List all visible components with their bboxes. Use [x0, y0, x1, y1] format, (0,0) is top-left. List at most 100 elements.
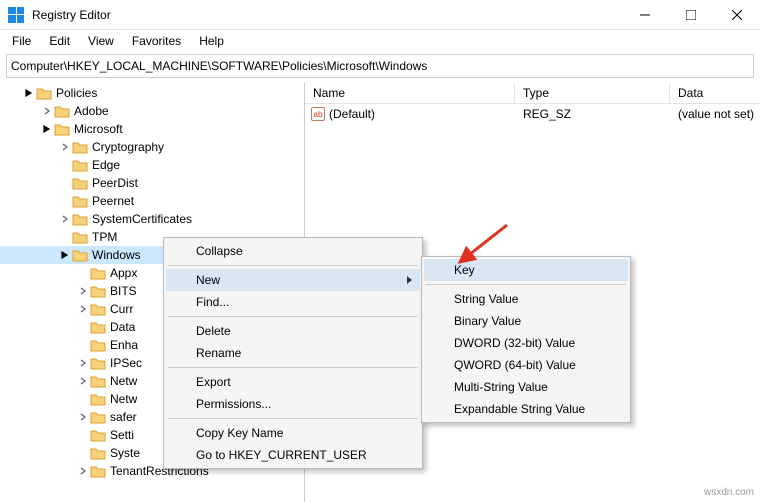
context-menu: Collapse New Find... Delete Rename Expor… — [163, 237, 423, 469]
folder-icon — [90, 374, 106, 388]
expand-icon[interactable] — [76, 302, 90, 316]
sub-key[interactable]: Key — [424, 259, 628, 281]
col-header-type[interactable]: Type — [515, 82, 670, 103]
folder-icon — [90, 446, 106, 460]
ctx-go-hkcu[interactable]: Go to HKEY_CURRENT_USER — [166, 444, 420, 466]
separator — [168, 265, 418, 266]
tree-label: Syste — [110, 446, 140, 460]
expand-icon[interactable] — [22, 86, 36, 100]
app-icon — [8, 7, 24, 23]
folder-icon — [90, 392, 106, 406]
expand-icon[interactable] — [76, 356, 90, 370]
tree-label: Curr — [110, 302, 133, 316]
list-row[interactable]: ab (Default) REG_SZ (value not set) — [305, 104, 760, 124]
tree-node-edge[interactable]: Edge — [0, 156, 304, 174]
folder-icon — [72, 212, 88, 226]
expand-icon[interactable] — [40, 122, 54, 136]
sub-multi[interactable]: Multi-String Value — [424, 376, 628, 398]
tree-label: Edge — [92, 158, 120, 172]
value-type: REG_SZ — [515, 107, 670, 121]
folder-icon — [90, 266, 106, 280]
folder-icon — [72, 140, 88, 154]
folder-icon — [90, 320, 106, 334]
folder-icon — [72, 158, 88, 172]
tree-node-adobe[interactable]: Adobe — [0, 102, 304, 120]
expand-icon[interactable] — [76, 410, 90, 424]
ctx-rename[interactable]: Rename — [166, 342, 420, 364]
folder-icon — [90, 428, 106, 442]
tree-node-policies[interactable]: Policies — [0, 84, 304, 102]
value-name: (Default) — [329, 107, 375, 121]
expand-icon[interactable] — [76, 464, 90, 478]
menu-favorites[interactable]: Favorites — [124, 32, 189, 50]
tree-label: Netw — [110, 374, 137, 388]
ctx-delete[interactable]: Delete — [166, 320, 420, 342]
tree-node-peerdist[interactable]: PeerDist — [0, 174, 304, 192]
ctx-permissions[interactable]: Permissions... — [166, 393, 420, 415]
ctx-collapse[interactable]: Collapse — [166, 240, 420, 262]
folder-icon — [90, 284, 106, 298]
value-data: (value not set) — [670, 107, 760, 121]
titlebar: Registry Editor — [0, 0, 760, 30]
tree-label: PeerDist — [92, 176, 138, 190]
menu-view[interactable]: View — [80, 32, 122, 50]
sub-expand[interactable]: Expandable String Value — [424, 398, 628, 420]
ctx-new[interactable]: New — [166, 269, 420, 291]
string-value-icon: ab — [311, 107, 325, 121]
expand-icon[interactable] — [58, 140, 72, 154]
tree-label: Peernet — [92, 194, 134, 208]
ctx-copy-key-name[interactable]: Copy Key Name — [166, 422, 420, 444]
sub-binary[interactable]: Binary Value — [424, 310, 628, 332]
close-button[interactable] — [714, 0, 760, 30]
tree-label: safer — [110, 410, 137, 424]
expand-icon[interactable] — [58, 248, 72, 262]
tree-label: Data — [110, 320, 135, 334]
tree-label: Windows — [92, 248, 141, 262]
expand-icon[interactable] — [58, 212, 72, 226]
expand-icon[interactable] — [76, 374, 90, 388]
separator — [168, 418, 418, 419]
folder-icon — [72, 176, 88, 190]
expand-icon[interactable] — [76, 284, 90, 298]
tree-label: TPM — [92, 230, 117, 244]
tree-label: IPSec — [110, 356, 142, 370]
tree-label: Appx — [110, 266, 137, 280]
address-bar[interactable]: Computer\HKEY_LOCAL_MACHINE\SOFTWARE\Pol… — [6, 54, 754, 78]
tree-label: SystemCertificates — [92, 212, 192, 226]
menu-help[interactable]: Help — [191, 32, 232, 50]
separator — [426, 284, 626, 285]
sub-dword[interactable]: DWORD (32-bit) Value — [424, 332, 628, 354]
sub-qword[interactable]: QWORD (64-bit) Value — [424, 354, 628, 376]
separator — [168, 316, 418, 317]
window-title: Registry Editor — [32, 8, 622, 22]
folder-icon — [54, 104, 70, 118]
menu-edit[interactable]: Edit — [41, 32, 78, 50]
folder-icon — [90, 302, 106, 316]
tree-label: Enha — [110, 338, 138, 352]
tree-label: Netw — [110, 392, 137, 406]
folder-icon — [36, 86, 52, 100]
address-root: Computer — [11, 59, 64, 73]
col-header-data[interactable]: Data — [670, 82, 760, 103]
col-header-name[interactable]: Name — [305, 82, 515, 103]
folder-icon — [90, 410, 106, 424]
expand-icon[interactable] — [40, 104, 54, 118]
minimize-button[interactable] — [622, 0, 668, 30]
ctx-find[interactable]: Find... — [166, 291, 420, 313]
ctx-export[interactable]: Export — [166, 371, 420, 393]
tree-label: Policies — [56, 86, 97, 100]
maximize-button[interactable] — [668, 0, 714, 30]
tree-label: Microsoft — [74, 122, 123, 136]
tree-node-cryptography[interactable]: Cryptography — [0, 138, 304, 156]
menu-file[interactable]: File — [4, 32, 39, 50]
tree-label: Cryptography — [92, 140, 164, 154]
watermark: wsxdn.com — [704, 487, 754, 498]
tree-node-systemcertificates[interactable]: SystemCertificates — [0, 210, 304, 228]
list-header: Name Type Data — [305, 82, 760, 104]
tree-label: BITS — [110, 284, 137, 298]
tree-node-microsoft[interactable]: Microsoft — [0, 120, 304, 138]
sub-string[interactable]: String Value — [424, 288, 628, 310]
folder-icon — [54, 122, 70, 136]
folder-icon — [90, 338, 106, 352]
tree-node-peernet[interactable]: Peernet — [0, 192, 304, 210]
